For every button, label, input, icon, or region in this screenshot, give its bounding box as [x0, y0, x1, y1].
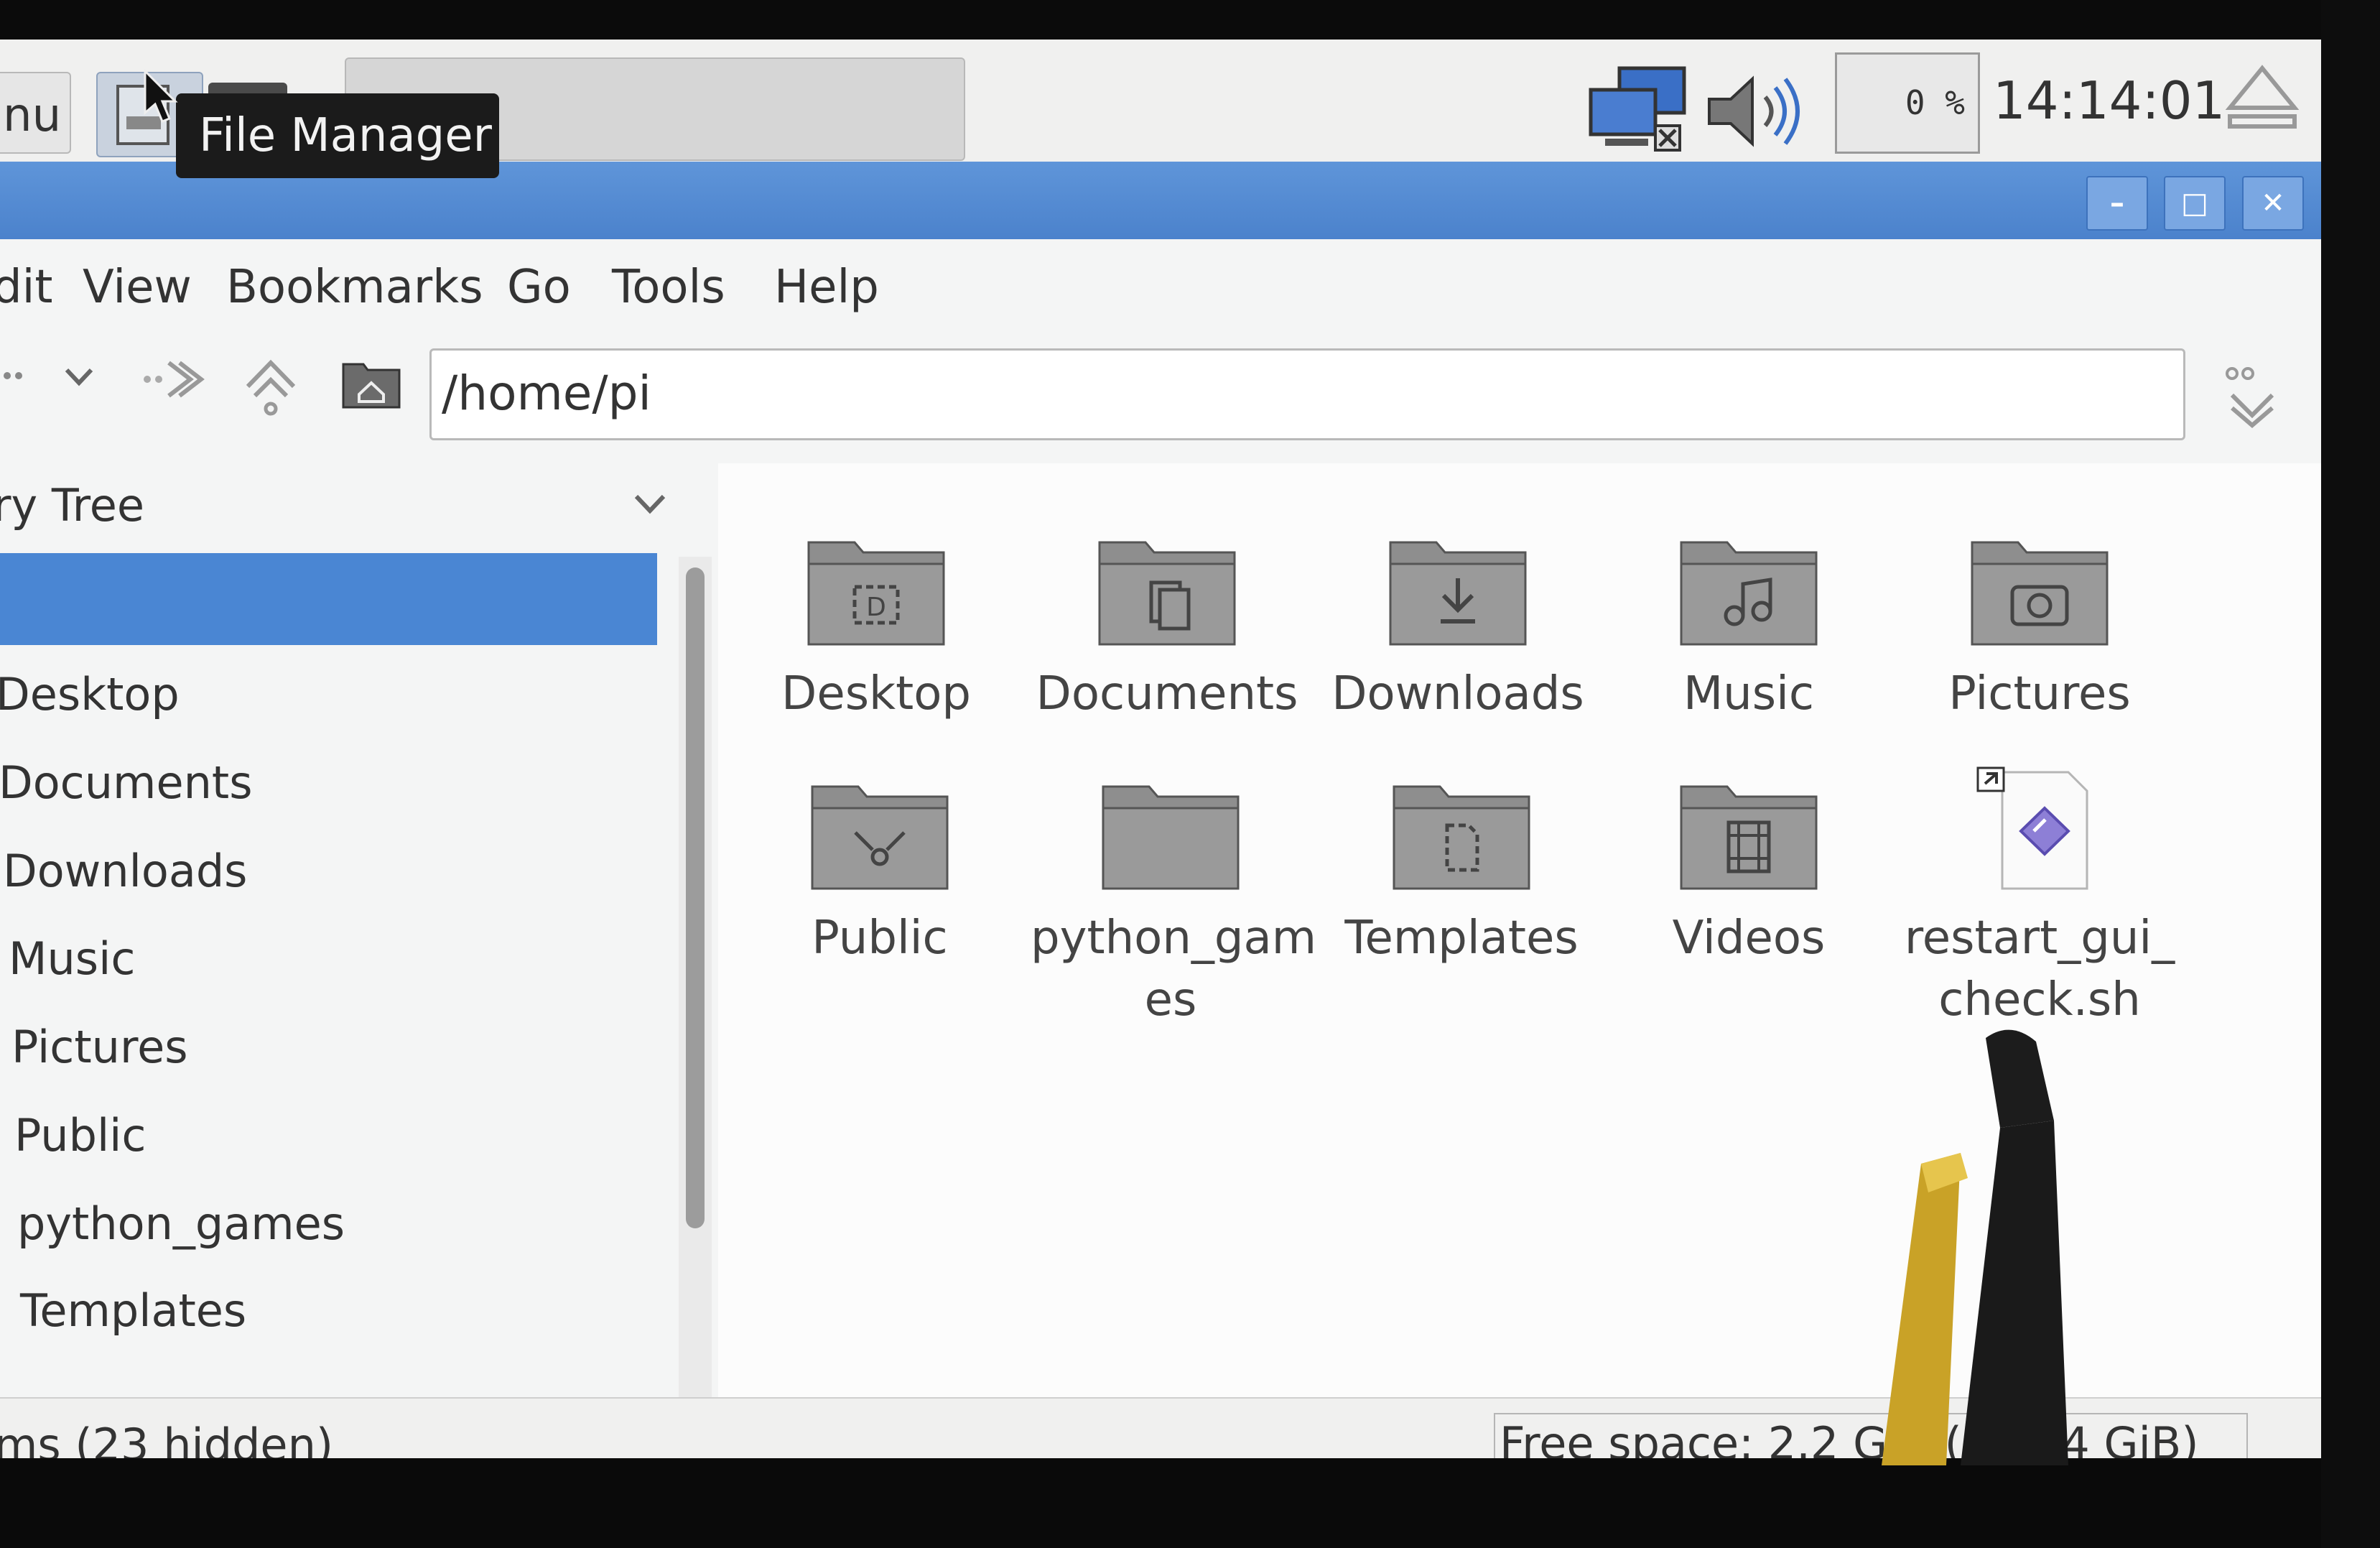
shell-script-icon: [1976, 766, 2088, 890]
file-label: Documents: [1036, 667, 1298, 720]
file-label: Pictures: [1948, 667, 2131, 720]
folder-templates-icon: [1393, 785, 1530, 890]
cpu-usage-label: 0 %: [1905, 83, 1965, 122]
cpu-monitor[interactable]: 0 %: [1835, 52, 1980, 154]
mouse-cursor-icon: [144, 68, 178, 123]
tree-item-music[interactable]: Music: [9, 932, 135, 985]
tree-item-desktop[interactable]: Desktop: [0, 668, 180, 720]
close-button[interactable]: ✕: [2242, 176, 2304, 231]
directory-tree: Desktop Documents Downloads Music Pictur…: [0, 553, 661, 1401]
folder-desktop-icon: D: [807, 541, 945, 646]
menu-go[interactable]: Go: [507, 261, 571, 314]
screen-bezel-bottom: [0, 1458, 2380, 1548]
file-label: Videos: [1672, 912, 1826, 965]
tree-item-templates[interactable]: Templates: [20, 1284, 246, 1337]
file-label: Music: [1683, 667, 1815, 720]
file-label: restart_gui_ check.sh: [1904, 912, 2175, 1026]
side-pane-header[interactable]: ry Tree: [0, 471, 689, 542]
clock[interactable]: 14:14:01: [1993, 54, 2225, 147]
file-label: python_gam es: [1031, 912, 1317, 1026]
folder-music-icon: [1680, 541, 1818, 646]
file-item-public[interactable]: Public: [740, 772, 1020, 969]
menu-bar: dit View Bookmarks Go Tools Help: [0, 239, 2321, 325]
folder-pictures-icon: [1971, 541, 2109, 646]
volume-icon[interactable]: [1702, 72, 1810, 151]
file-item-restart-gui-check[interactable]: restart_gui_ check.sh: [1900, 765, 2180, 1031]
tree-item-python-games[interactable]: python_games: [17, 1197, 345, 1250]
taskbar: nu File Manager 0 % 14:14:01: [0, 40, 2321, 178]
folder-public-icon: [811, 785, 949, 890]
file-label: Templates: [1344, 912, 1579, 965]
menu-button[interactable]: nu: [0, 72, 71, 154]
go-location-icon[interactable]: [2218, 359, 2286, 431]
file-item-videos[interactable]: Videos: [1609, 772, 1889, 969]
home-folder-icon[interactable]: [339, 354, 404, 412]
folder-downloads-icon: [1389, 541, 1527, 646]
location-input[interactable]: /home/pi: [429, 348, 2185, 440]
file-label: Public: [812, 912, 948, 965]
history-dropdown-icon[interactable]: [61, 354, 97, 397]
tree-item-documents[interactable]: Documents: [0, 756, 253, 809]
forward-arrow-icon[interactable]: [140, 354, 208, 404]
up-folder-icon[interactable]: [241, 354, 302, 419]
menu-view[interactable]: View: [83, 261, 192, 314]
file-label: Desktop: [781, 667, 971, 720]
chevron-down-icon[interactable]: [632, 491, 668, 519]
tooltip: File Manager: [176, 93, 499, 178]
stylus-pen-icon: [1882, 1029, 2068, 1465]
maximize-button[interactable]: □: [2164, 176, 2226, 231]
file-item-documents[interactable]: Documents: [1027, 528, 1307, 725]
status-item-count: ms (23 hidden): [0, 1419, 334, 1458]
tree-item-home-selected[interactable]: [0, 553, 657, 645]
file-item-downloads[interactable]: Downloads: [1318, 528, 1598, 725]
eject-icon[interactable]: [2223, 57, 2302, 136]
side-pane-mode-label: ry Tree: [0, 479, 145, 532]
folder-icon: [1102, 785, 1240, 890]
file-label: Downloads: [1331, 667, 1584, 720]
screen-bezel-right: [2321, 0, 2380, 1548]
menu-tools[interactable]: Tools: [612, 261, 725, 314]
file-item-templates[interactable]: Templates: [1321, 772, 1602, 969]
network-icon[interactable]: [1584, 61, 1698, 162]
menu-edit[interactable]: dit: [0, 261, 53, 314]
folder-documents-icon: [1098, 541, 1236, 646]
menu-bookmarks[interactable]: Bookmarks: [226, 261, 483, 314]
folder-videos-icon: [1680, 785, 1818, 890]
minimize-button[interactable]: –: [2086, 176, 2148, 231]
tree-item-public[interactable]: Public: [14, 1109, 147, 1162]
menu-button-label: nu: [3, 89, 62, 142]
file-item-music[interactable]: Music: [1609, 528, 1889, 725]
svg-text:D: D: [866, 593, 886, 622]
file-item-desktop[interactable]: D Desktop: [736, 528, 1016, 725]
tree-item-downloads[interactable]: Downloads: [3, 845, 248, 897]
file-item-pictures[interactable]: Pictures: [1900, 528, 2180, 725]
tree-item-pictures[interactable]: Pictures: [11, 1021, 188, 1073]
side-pane-scrollbar[interactable]: [686, 567, 705, 1228]
file-item-python-games[interactable]: python_gam es: [1031, 772, 1317, 1031]
menu-help[interactable]: Help: [774, 261, 879, 314]
back-arrow-icon[interactable]: [0, 354, 29, 397]
